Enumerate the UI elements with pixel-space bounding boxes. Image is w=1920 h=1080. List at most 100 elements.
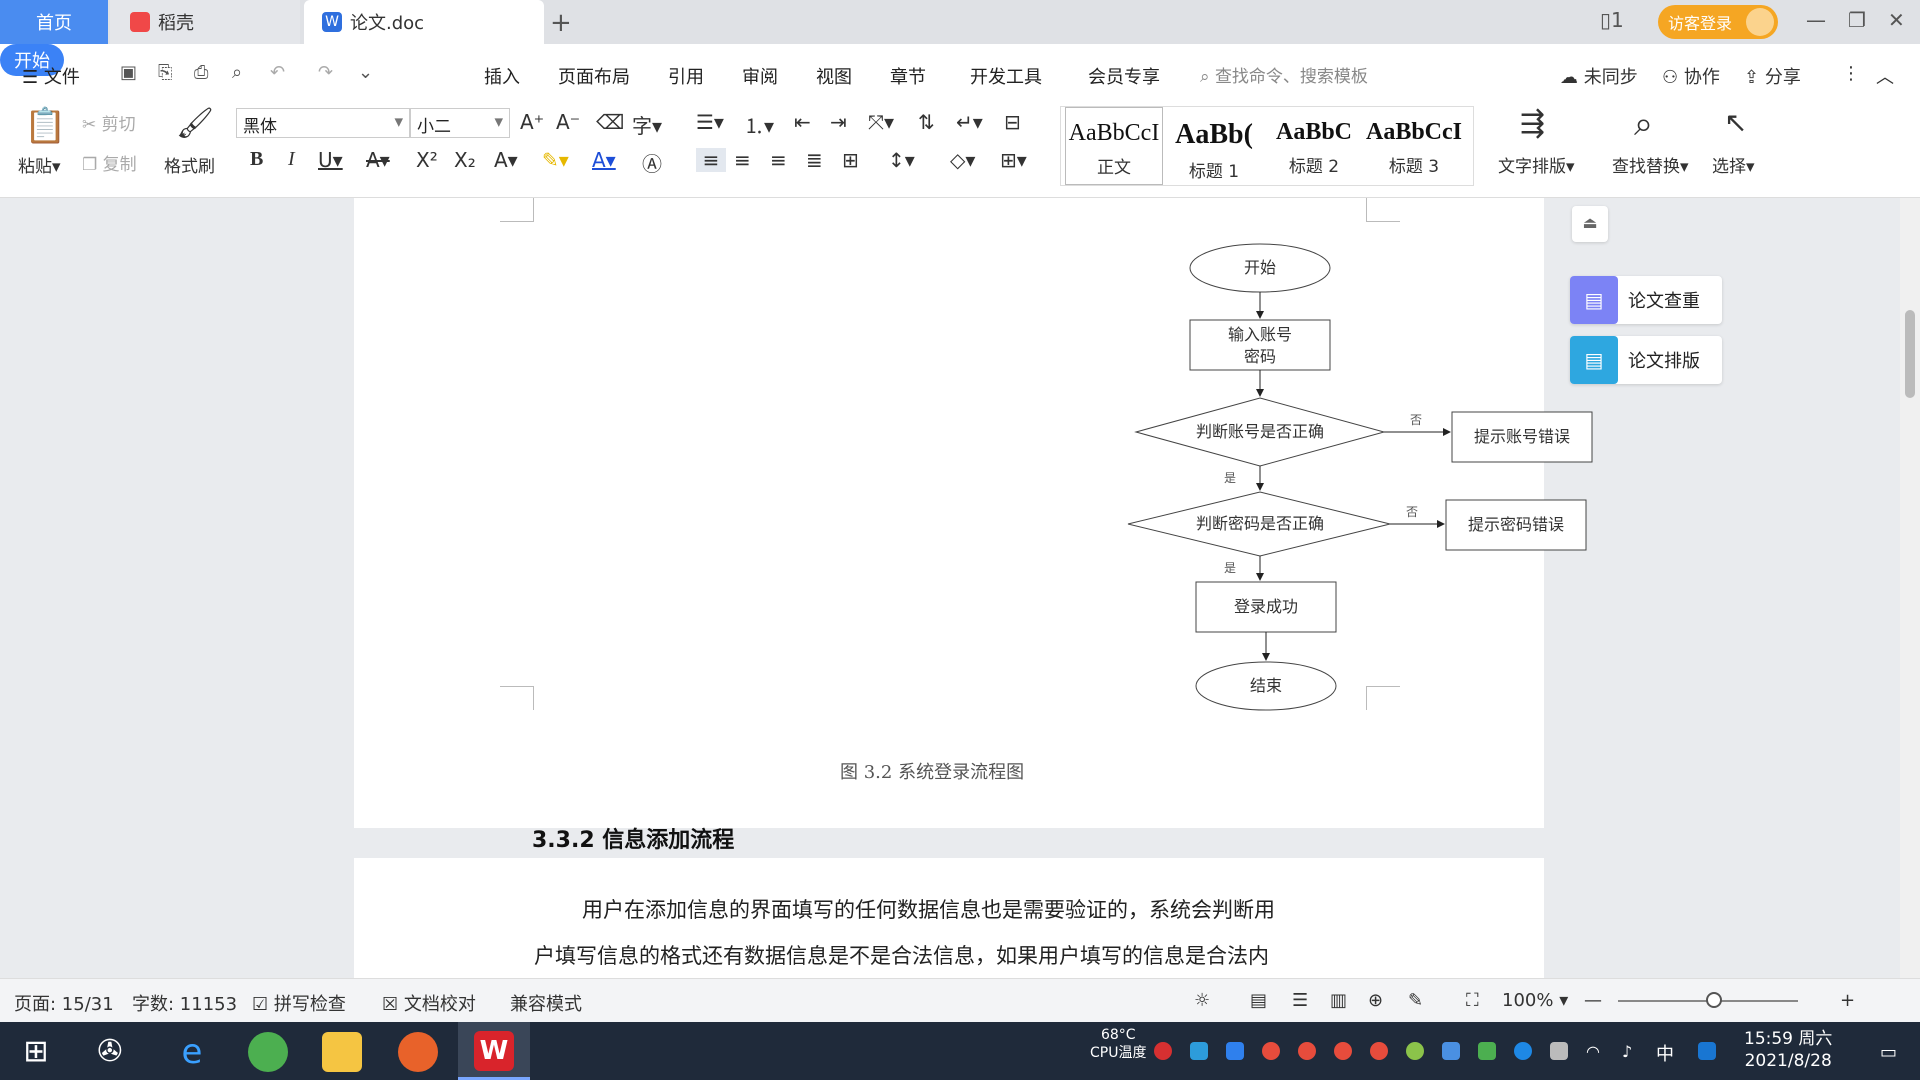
battery-icon[interactable] xyxy=(1550,1042,1568,1060)
clear-format-icon[interactable]: ⌫ xyxy=(596,110,624,134)
numbered-list-icon[interactable]: ⒈▾ xyxy=(744,110,774,139)
menu-chapter[interactable]: 章节 xyxy=(890,63,926,89)
browser-green-icon[interactable] xyxy=(248,1032,288,1072)
minimize-icon[interactable]: — xyxy=(1806,8,1826,32)
collaborate-button[interactable]: ⚇ 协作 xyxy=(1662,63,1720,89)
spell-check-button[interactable]: ☑ 拼写检查 xyxy=(252,990,346,1016)
menu-insert[interactable]: 插入 xyxy=(484,63,520,89)
nvidia-icon[interactable] xyxy=(1478,1042,1496,1060)
paragraph-line[interactable]: 用户在添加信息的界面填写的任何数据信息也是需要验证的，系统会判断用 xyxy=(582,894,1275,924)
menu-devtools[interactable]: 开发工具 xyxy=(970,63,1042,89)
wifi-icon[interactable]: ◠ xyxy=(1586,1042,1604,1061)
tab-daoke[interactable]: 稻壳 xyxy=(110,0,300,44)
style-item[interactable]: AaBbCcI 正文 xyxy=(1065,107,1163,185)
tray-q-icon[interactable] xyxy=(1698,1042,1716,1060)
style-item[interactable]: AaBbCcI 标题 3 xyxy=(1365,107,1463,185)
font-size-select[interactable]: 小二 ▾ xyxy=(410,108,510,138)
format-painter-icon[interactable]: 🖌 xyxy=(176,106,214,141)
word-count[interactable]: 字数: 11153 xyxy=(132,990,237,1016)
document-page[interactable]: 开始 输入账号 密码 判断账号是否正确 否 提示账号错误 是 判断密码是否正确 … xyxy=(354,198,1593,828)
paragraph-marks-icon[interactable]: ↵▾ xyxy=(956,110,983,134)
highlight-icon[interactable]: ✎▾ xyxy=(542,148,569,172)
tab-document[interactable]: W 论文.doc xyxy=(304,0,544,44)
font-color-icon[interactable]: A▾ xyxy=(592,148,616,172)
tray-app-icon[interactable] xyxy=(1190,1042,1208,1060)
write-view-icon[interactable]: ✎ xyxy=(1408,990,1423,1011)
save-icon[interactable]: ▣ xyxy=(120,62,142,84)
thesis-check-button[interactable]: ▤ 论文查重 xyxy=(1570,276,1722,324)
window-layout-icon[interactable]: ▯1 xyxy=(1600,8,1624,32)
line-spacing-icon[interactable]: ↕▾ xyxy=(888,148,915,172)
ie-browser-icon[interactable]: e xyxy=(172,1032,212,1072)
eye-protect-icon[interactable]: ☼ xyxy=(1194,990,1210,1011)
cpu-temperature[interactable]: 68°C CPU温度 xyxy=(1090,1026,1146,1062)
thesis-format-button[interactable]: ▤ 论文排版 xyxy=(1570,336,1722,384)
fit-page-icon[interactable]: ⛶ xyxy=(1466,990,1479,1011)
ime-indicator[interactable]: 中 xyxy=(1656,1040,1680,1065)
qq-icon[interactable] xyxy=(1334,1042,1352,1060)
more-icon[interactable]: ⋮ xyxy=(1842,63,1860,84)
strikethrough-icon[interactable]: A▾ xyxy=(366,148,390,172)
copy-button[interactable]: ❐ 复制 xyxy=(82,150,137,175)
bullet-list-icon[interactable]: ☰▾ xyxy=(696,110,724,134)
distribute-icon[interactable]: ⊞ xyxy=(842,148,859,172)
shrink-font-icon[interactable]: A⁻ xyxy=(556,110,580,134)
page-view-icon[interactable]: ▤ xyxy=(1250,990,1267,1011)
paragraph-line[interactable]: 户填写信息的格式还有数据信息是不是合法信息，如果用户填写的信息是合法内 xyxy=(534,940,1269,970)
zoom-in-icon[interactable]: + xyxy=(1840,990,1855,1011)
text-layout-icon[interactable]: ⇶ xyxy=(1520,106,1545,141)
subscript-icon[interactable]: X₂ xyxy=(454,148,476,172)
sync-status[interactable]: ☁ 未同步 xyxy=(1560,63,1638,89)
borders-icon[interactable]: ⊞▾ xyxy=(1000,148,1027,172)
zoom-slider-knob[interactable] xyxy=(1706,992,1722,1008)
menu-page-layout[interactable]: 页面布局 xyxy=(558,63,630,89)
menu-view[interactable]: 视图 xyxy=(816,63,852,89)
scrollbar-thumb[interactable] xyxy=(1905,310,1915,398)
cut-button[interactable]: ✂ 剪切 xyxy=(82,110,136,135)
redo-icon[interactable]: ↷ xyxy=(318,62,340,84)
restore-icon[interactable]: ❐ xyxy=(1848,8,1866,32)
web-view-icon[interactable]: ⊕ xyxy=(1368,990,1383,1011)
sort-icon[interactable]: ⇅ xyxy=(918,110,935,134)
command-search[interactable]: ⌕ 查找命令、搜索模板 xyxy=(1200,62,1368,87)
align-center-icon[interactable]: ≡ xyxy=(734,148,751,172)
select-button[interactable]: 选择▾ xyxy=(1712,152,1755,177)
close-icon[interactable]: ✕ xyxy=(1888,8,1905,32)
doc-proof-button[interactable]: ☒ 文档校对 xyxy=(382,990,476,1016)
quick-access-dropdown-icon[interactable]: ⌄ xyxy=(358,62,380,84)
find-replace-button[interactable]: 查找替换▾ xyxy=(1612,152,1689,177)
qq-icon[interactable] xyxy=(1370,1042,1388,1060)
italic-icon[interactable]: I xyxy=(288,148,295,171)
align-left-icon[interactable]: ≡ xyxy=(696,148,726,172)
fan-app-icon[interactable]: ✇ xyxy=(90,1032,130,1072)
menu-review[interactable]: 审阅 xyxy=(742,63,778,89)
tray-app-icon[interactable] xyxy=(1442,1042,1460,1060)
volume-icon[interactable]: ♪ xyxy=(1622,1042,1640,1061)
undo-icon[interactable]: ↶ xyxy=(270,62,292,84)
paste-icon[interactable]: 📋 xyxy=(24,106,66,146)
shading-icon[interactable]: ◇▾ xyxy=(950,148,975,172)
system-clock[interactable]: 15:59 周六 2021/8/28 xyxy=(1744,1028,1832,1072)
document-canvas[interactable]: 开始 输入账号 密码 判断账号是否正确 否 提示账号错误 是 判断密码是否正确 … xyxy=(0,198,1900,978)
grow-font-icon[interactable]: A⁺ xyxy=(520,110,544,134)
format-painter-button[interactable]: 格式刷 xyxy=(164,152,215,177)
document-page[interactable]: 用户在添加信息的界面填写的任何数据信息也是需要验证的，系统会判断用 户填写信息的… xyxy=(354,858,1544,978)
qq-icon[interactable] xyxy=(1262,1042,1280,1060)
menu-member[interactable]: 会员专享 xyxy=(1088,63,1160,89)
justify-icon[interactable]: ≣ xyxy=(806,148,823,172)
print-icon[interactable]: ⎙ xyxy=(194,62,216,84)
shield-icon[interactable] xyxy=(1226,1042,1244,1060)
tray-plus-icon[interactable] xyxy=(1406,1042,1424,1060)
section-heading[interactable]: 3.3.2 信息添加流程 xyxy=(532,822,734,854)
collapse-ribbon-icon[interactable]: ︿ xyxy=(1876,63,1894,89)
new-tab-button[interactable]: + xyxy=(550,8,572,38)
visitor-login-button[interactable]: 访客登录 xyxy=(1658,5,1778,39)
qq-icon[interactable] xyxy=(1298,1042,1316,1060)
file-menu[interactable]: ☰ 文件 xyxy=(22,63,80,89)
windows-start-icon[interactable]: ⊞ xyxy=(16,1032,56,1072)
outline-view-icon[interactable]: ☰ xyxy=(1292,990,1308,1011)
vertical-scrollbar[interactable] xyxy=(1900,198,1920,978)
page-indicator[interactable]: 页面: 15/31 xyxy=(14,990,114,1016)
style-item[interactable]: AaBb(标题 1 xyxy=(1165,107,1263,185)
magnifier-icon[interactable]: ⌕ xyxy=(1634,104,1653,144)
